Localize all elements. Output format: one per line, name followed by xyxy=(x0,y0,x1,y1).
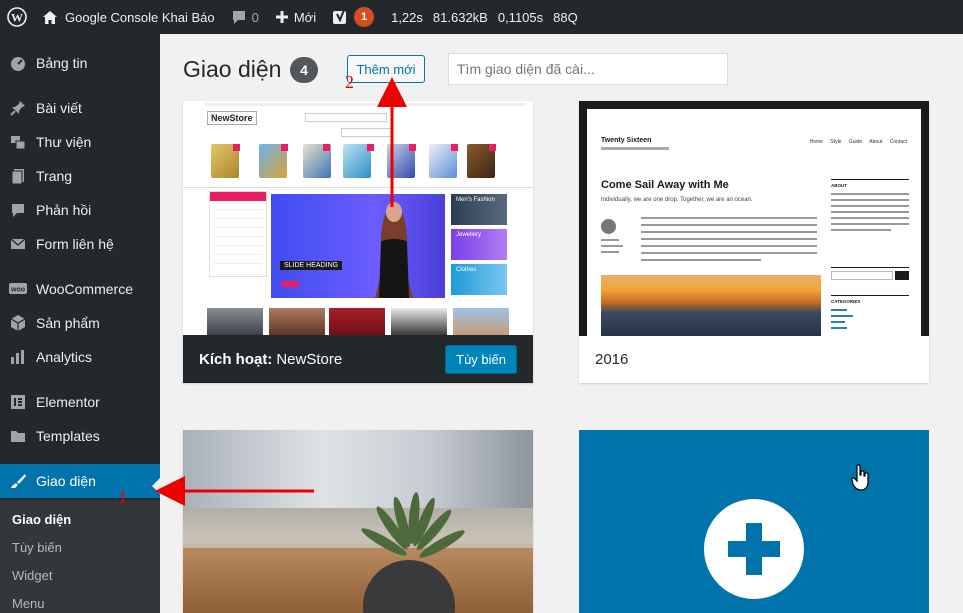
annotation-number-2: 2 xyxy=(345,72,354,92)
annotation-number-1: 1 xyxy=(118,487,127,507)
annotation-arrows xyxy=(155,77,407,506)
